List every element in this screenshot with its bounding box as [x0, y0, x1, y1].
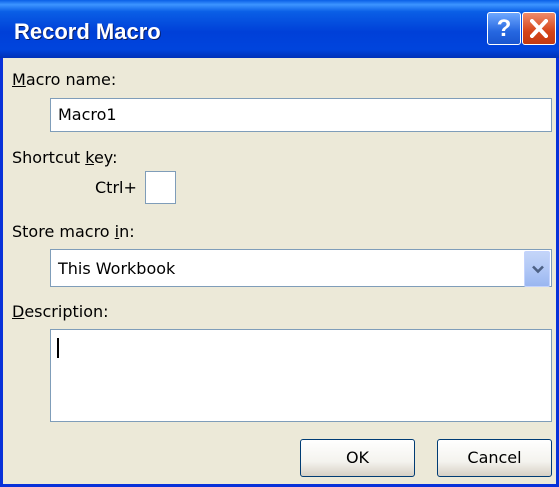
close-button[interactable] [522, 12, 556, 45]
chevron-down-icon [532, 265, 544, 274]
help-icon: ? [496, 15, 512, 42]
macro-name-value: Macro1 [58, 105, 117, 124]
ok-button[interactable]: OK [300, 439, 415, 477]
store-macro-in-label: Store macro in: [12, 222, 135, 241]
shortcut-key-label: Shortcut key: [12, 148, 118, 167]
text-caret [57, 338, 59, 358]
macro-name-label: Macro name: [12, 70, 117, 89]
description-textarea[interactable] [50, 329, 552, 422]
description-label: Description: [12, 302, 109, 321]
close-icon [530, 19, 548, 38]
cancel-button[interactable]: Cancel [437, 439, 552, 477]
ctrl-prefix-label: Ctrl+ [95, 178, 137, 197]
store-macro-in-value: This Workbook [58, 259, 176, 278]
shortcut-key-input[interactable] [145, 171, 176, 204]
title-bar[interactable]: Record Macro ? [0, 0, 559, 58]
dropdown-button[interactable] [524, 251, 550, 287]
macro-name-input[interactable]: Macro1 [50, 98, 552, 132]
store-macro-in-select[interactable]: This Workbook [50, 249, 552, 287]
help-button[interactable]: ? [487, 12, 521, 45]
dialog-title: Record Macro [14, 19, 161, 44]
record-macro-dialog: Record Macro ? Macro name: Macro1 Shortc… [0, 0, 559, 487]
